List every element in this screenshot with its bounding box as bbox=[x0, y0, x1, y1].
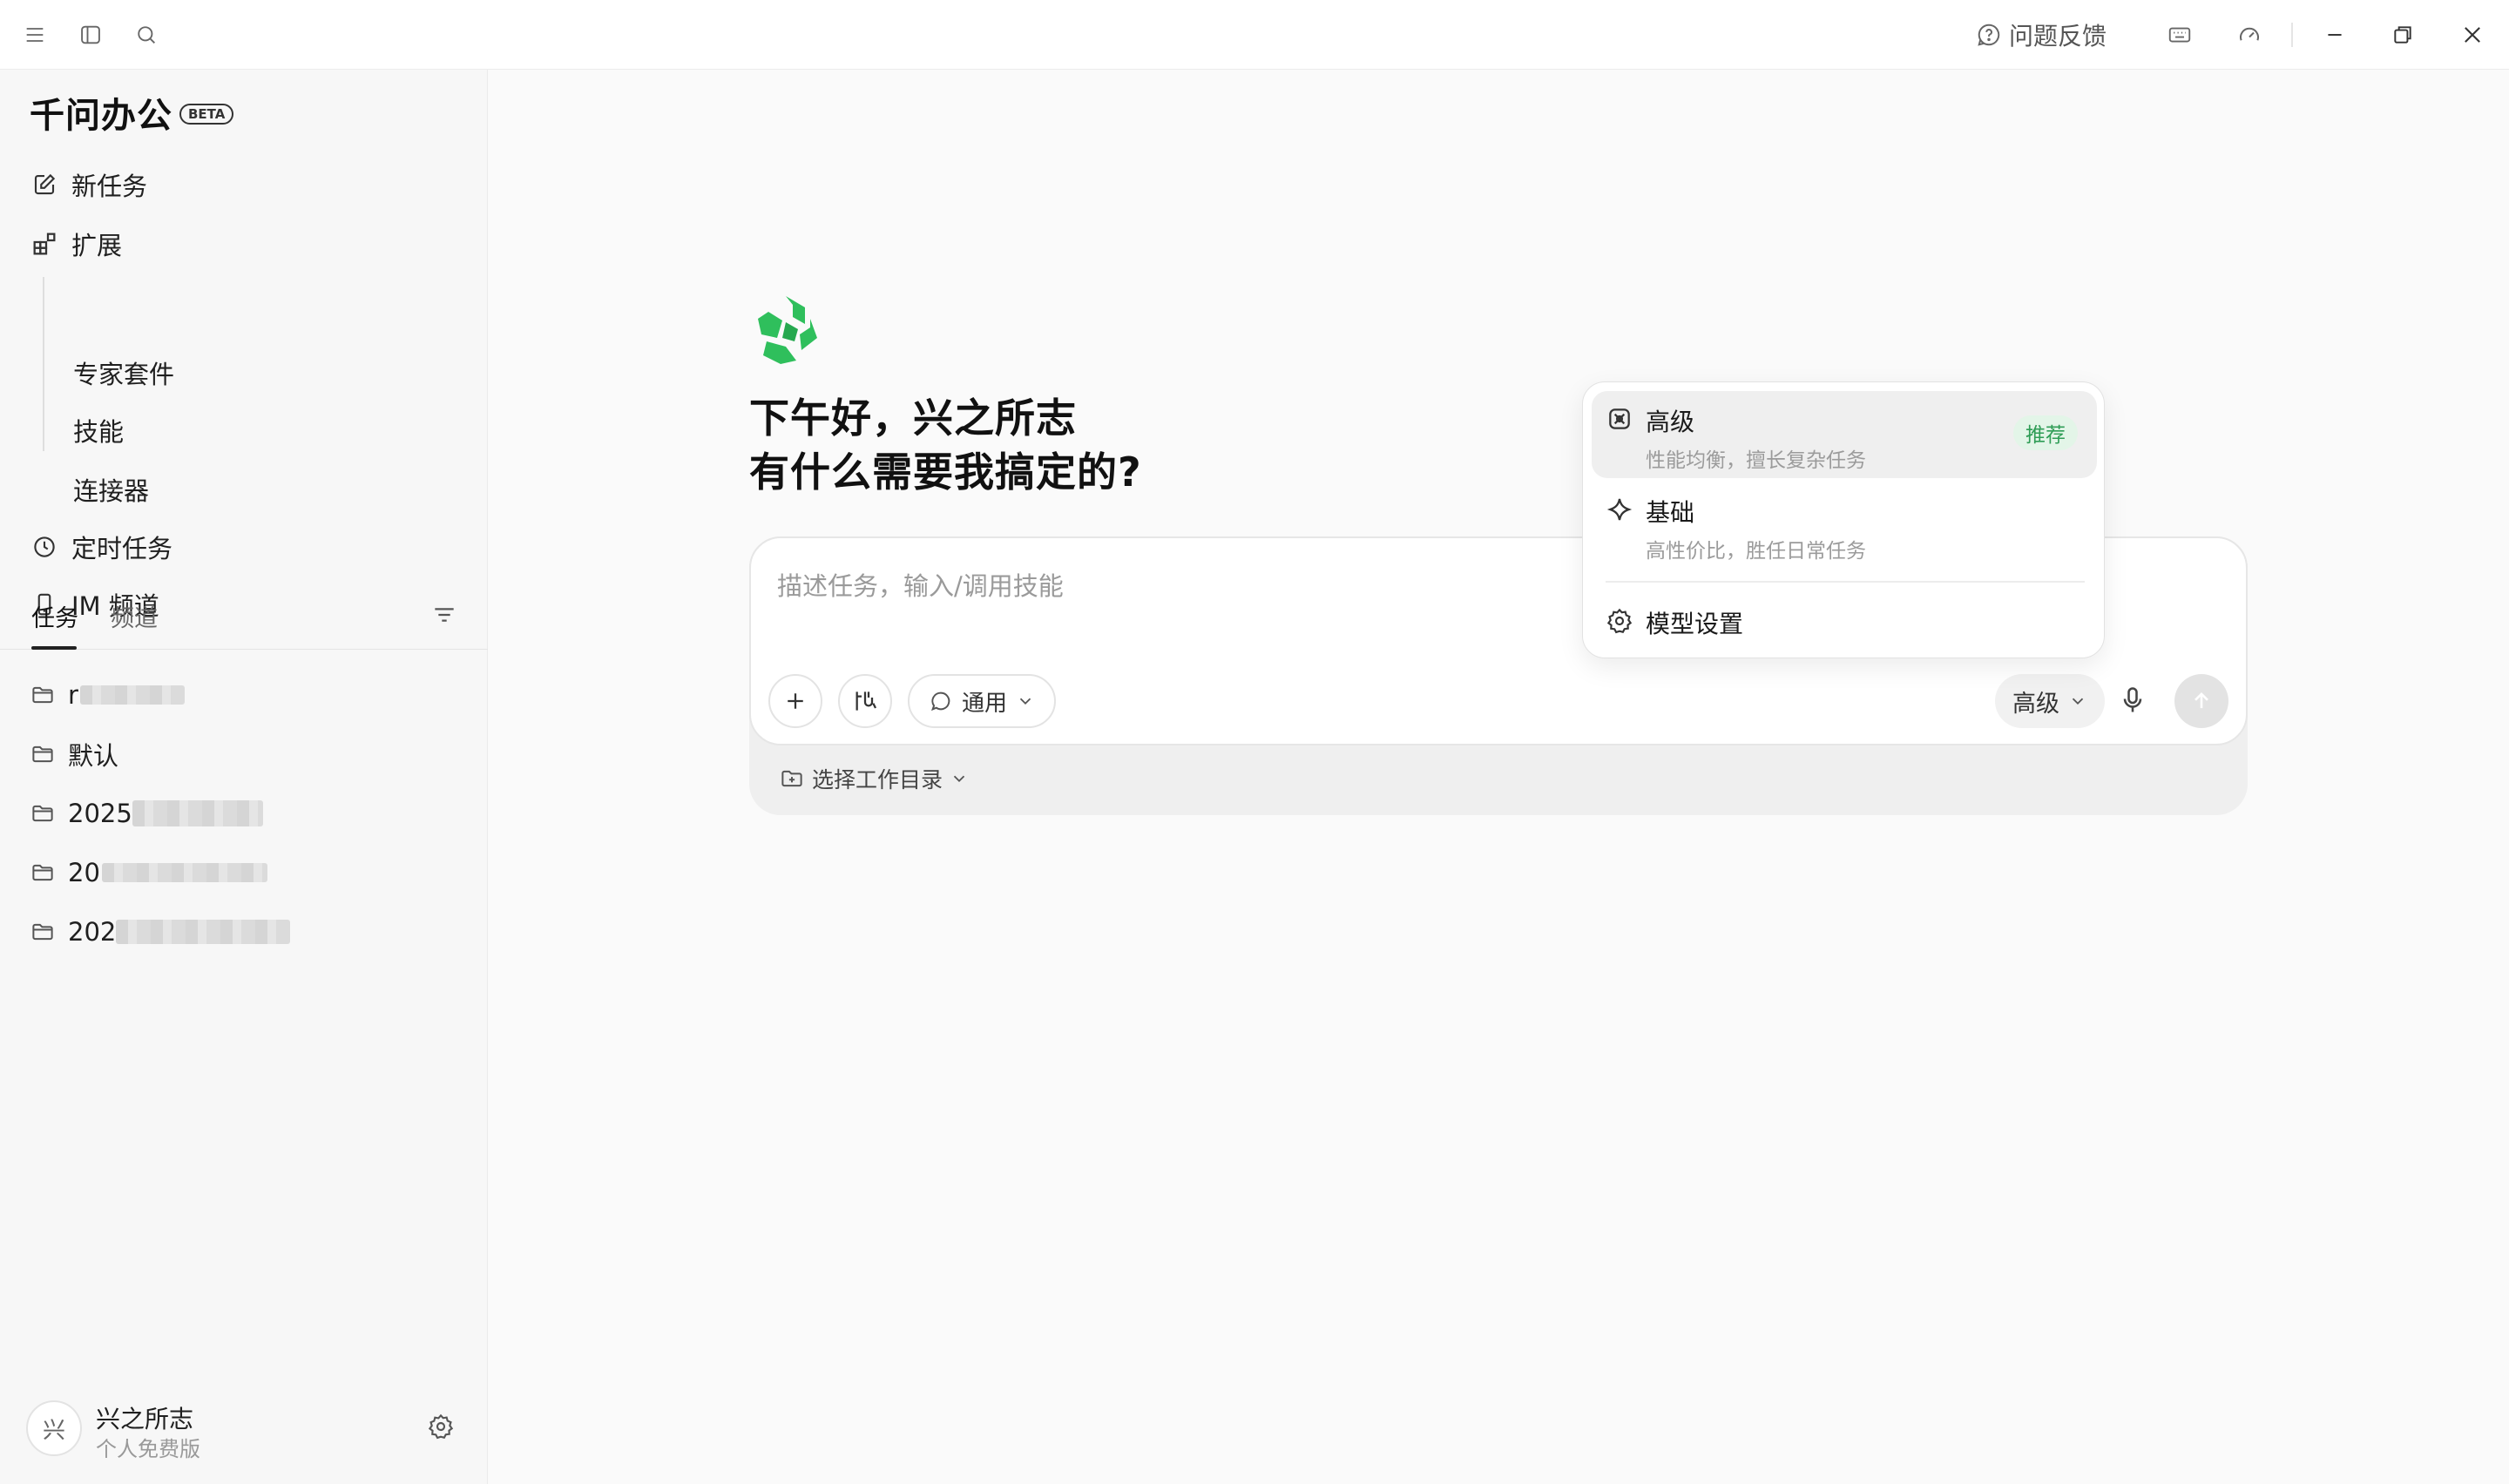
user-plan: 个人免费版 bbox=[96, 1437, 200, 1461]
chevron-down-icon bbox=[953, 775, 965, 783]
arrow-up-icon bbox=[2195, 692, 2208, 709]
folder-name: r bbox=[68, 680, 78, 710]
option-title: 高级 bbox=[1646, 408, 1695, 436]
filter-icon[interactable] bbox=[430, 601, 462, 632]
option-title: 基础 bbox=[1646, 498, 1695, 527]
greeting-title: 下午好，兴之所志 bbox=[749, 395, 1077, 442]
keyboard-icon[interactable] bbox=[2162, 17, 2197, 52]
greeting-subtitle: 有什么需要我搞定的? bbox=[749, 449, 1142, 496]
option-description: 性能均衡，擅长复杂任务 bbox=[1646, 449, 1866, 472]
skills-button[interactable] bbox=[838, 674, 892, 728]
redacted-text bbox=[132, 800, 263, 826]
minimize-icon[interactable] bbox=[2317, 17, 2352, 52]
workdir-label: 选择工作目录 bbox=[812, 767, 943, 793]
qwen-logo-icon bbox=[751, 293, 821, 366]
connectors-nav[interactable]: 连接器 bbox=[73, 469, 149, 510]
folder-name: 20 bbox=[68, 858, 100, 887]
chevron-down-icon bbox=[1019, 698, 1031, 705]
active-tab-indicator bbox=[31, 646, 77, 650]
avatar: 兴 bbox=[26, 1400, 82, 1456]
title-bar: 问题反馈 bbox=[0, 0, 2509, 70]
user-name: 兴之所志 bbox=[96, 1405, 194, 1433]
feedback-button[interactable]: 问题反馈 bbox=[1976, 16, 2107, 54]
folder-name: 默认 bbox=[68, 741, 119, 771]
plus-icon bbox=[788, 693, 803, 709]
settings-gear-icon[interactable] bbox=[427, 1413, 458, 1444]
redacted-text bbox=[116, 920, 291, 944]
tools-icon bbox=[855, 691, 877, 711]
option-description: 高性价比，胜任日常任务 bbox=[1646, 540, 1866, 563]
sparkle-icon bbox=[1606, 496, 1633, 523]
folder-item[interactable]: r bbox=[30, 674, 185, 716]
sidebar-toggle-icon[interactable] bbox=[73, 17, 108, 52]
folder-icon bbox=[30, 682, 56, 708]
folder-icon bbox=[30, 860, 56, 886]
folder-name: 2025 bbox=[68, 799, 132, 828]
tab-tasks[interactable]: 任务 bbox=[31, 599, 78, 633]
gear-icon bbox=[1606, 607, 1633, 635]
expert-suite-nav[interactable]: 专家套件 bbox=[73, 352, 174, 394]
new-task-button[interactable]: 新任务 bbox=[30, 164, 147, 206]
folder-name: 202 bbox=[68, 917, 117, 947]
model-dropdown: 高级 性能均衡，擅长复杂任务 推荐 基础 高性价比，胜任日常任务 模型设置 bbox=[1582, 381, 2105, 658]
microphone-icon[interactable] bbox=[2117, 685, 2150, 718]
mode-select[interactable]: 通用 bbox=[908, 674, 1057, 728]
brand-name: 千问办公 bbox=[30, 96, 172, 136]
menu-divider bbox=[1606, 581, 2085, 583]
folder-item[interactable]: 默认 bbox=[30, 733, 118, 775]
search-icon[interactable] bbox=[129, 17, 164, 52]
scheduled-tasks-label: 定时任务 bbox=[71, 534, 173, 563]
model-option-advanced[interactable]: 高级 性能均衡，擅长复杂任务 推荐 bbox=[1592, 391, 2097, 478]
redacted-text bbox=[101, 863, 267, 882]
mode-label: 通用 bbox=[962, 690, 1008, 717]
speed-icon[interactable] bbox=[2232, 17, 2267, 52]
select-workdir-button[interactable]: 选择工作目录 bbox=[779, 763, 969, 794]
model-label: 高级 bbox=[2012, 690, 2059, 718]
restore-icon[interactable] bbox=[2385, 17, 2420, 52]
add-button[interactable] bbox=[768, 674, 822, 728]
model-settings-option[interactable]: 模型设置 bbox=[1592, 593, 2097, 649]
brand: 千问办公 BETA bbox=[30, 87, 234, 138]
sidebar-tabs: 任务 频道 bbox=[0, 592, 488, 650]
model-option-basic[interactable]: 基础 高性价比，胜任日常任务 bbox=[1592, 482, 2097, 569]
advanced-model-icon bbox=[1606, 405, 1633, 433]
close-icon[interactable] bbox=[2455, 17, 2490, 52]
skills-nav[interactable]: 技能 bbox=[73, 409, 124, 451]
recommended-badge: 推荐 bbox=[2013, 415, 2078, 450]
folder-icon bbox=[30, 919, 56, 945]
tab-channels[interactable]: 频道 bbox=[111, 599, 158, 633]
extensions-nav[interactable]: 扩展 bbox=[30, 223, 122, 265]
extensions-label: 扩展 bbox=[71, 231, 123, 260]
submenu-guide-line bbox=[43, 277, 44, 451]
extensions-icon bbox=[30, 229, 59, 259]
question-icon bbox=[1976, 22, 2002, 48]
folder-icon bbox=[30, 800, 56, 826]
titlebar-divider bbox=[2291, 23, 2293, 47]
new-task-label: 新任务 bbox=[71, 172, 148, 201]
scheduled-tasks-nav[interactable]: 定时任务 bbox=[30, 526, 172, 568]
folder-icon bbox=[30, 741, 56, 767]
folder-plus-icon bbox=[781, 770, 802, 787]
chevron-down-icon bbox=[2072, 698, 2084, 705]
feedback-label: 问题反馈 bbox=[2009, 22, 2107, 51]
user-profile[interactable]: 兴 兴之所志 个人免费版 bbox=[26, 1399, 462, 1461]
send-button[interactable] bbox=[2174, 674, 2228, 728]
edit-icon bbox=[30, 170, 59, 199]
redacted-text bbox=[79, 685, 185, 705]
sidebar: 千问办公 BETA 新任务 扩展 专家套件 技能 连接器 定时任务 IM 频道 … bbox=[0, 70, 488, 1484]
folder-item[interactable]: 20 bbox=[30, 852, 267, 894]
beta-badge: BETA bbox=[179, 104, 234, 125]
menu-icon[interactable] bbox=[17, 17, 52, 52]
folder-item[interactable]: 202 bbox=[30, 911, 291, 953]
option-title: 模型设置 bbox=[1646, 610, 1744, 638]
model-select[interactable]: 高级 bbox=[1995, 674, 2105, 728]
folder-item[interactable]: 2025 bbox=[30, 793, 263, 834]
chat-bubble-icon bbox=[931, 691, 950, 712]
clock-icon bbox=[30, 532, 59, 562]
